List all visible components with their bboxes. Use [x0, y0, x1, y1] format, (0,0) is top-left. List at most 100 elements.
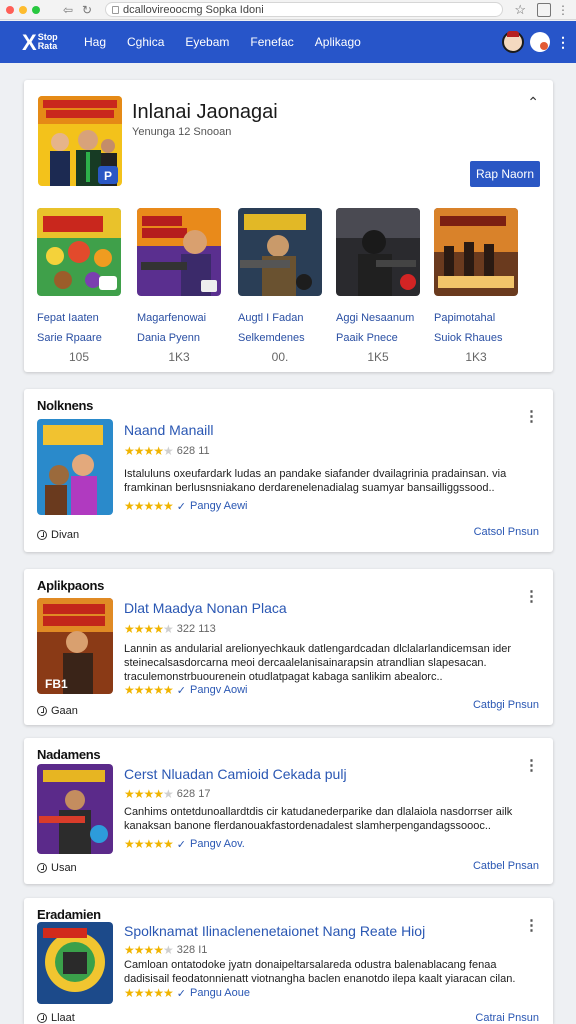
footer-left-text: Divan [51, 529, 80, 541]
section-4-more-icon[interactable]: ⋮ [524, 916, 539, 934]
meta-text[interactable]: Pangy Aewi [190, 500, 247, 512]
rating-count: 328 I1 [176, 944, 208, 956]
nav-item-fenefac[interactable]: Fenefac [250, 35, 293, 49]
rating-count: 628 11 [176, 445, 210, 457]
featured-card: P Inlanai Jaonagai Yenunga 12 Snooan ⌃ R… [24, 80, 553, 372]
verified-icon: ✓ [176, 838, 187, 851]
verified-icon: ✓ [176, 987, 187, 1000]
app-header: X Stop Rata Hag Cghica Eyebam Fenefac Ap… [0, 21, 576, 63]
section-card-3: Nadamens ⋮ Cerst Nluadan Camioid Cekada … [24, 738, 553, 884]
section-2-more-icon[interactable]: ⋮ [524, 587, 539, 605]
back-arrow-icon[interactable]: ⇦ [61, 3, 75, 17]
footer-left-text: Gaan [51, 705, 78, 717]
collapse-chevron-icon[interactable]: ⌃ [527, 94, 539, 111]
verified-icon: ✓ [176, 500, 187, 513]
tile-4-name: Aggi Nesaanum [336, 312, 415, 324]
address-text: dcallovireoocmg Sopka Idoni [123, 3, 264, 16]
section-3-app-icon[interactable] [37, 764, 113, 854]
section-4-footer-left: Llaat [37, 1012, 75, 1024]
meta-text[interactable]: Pangu Aoue [190, 987, 250, 999]
maximize-window-dot[interactable] [32, 5, 40, 14]
section-1-more-icon[interactable]: ⋮ [524, 407, 539, 425]
meta-stars: ★★★★★ [124, 683, 174, 697]
section-2-app-icon[interactable]: FB1 [37, 598, 113, 694]
section-2-title: Aplikpaons [37, 578, 105, 593]
rating-stars: ★★★★★ [124, 943, 174, 957]
section-2-footer-left: Gaan [37, 705, 78, 717]
section-3-rating: ★★★★★ 628 17 [124, 787, 210, 801]
tile-2-count: 1K3 [168, 350, 190, 364]
reload-icon[interactable]: ↻ [80, 3, 94, 17]
section-1-footer-link[interactable]: Catsol Pnsun [474, 526, 539, 538]
section-3-meta: ★★★★★ ✓ Pangv Aov. [124, 837, 245, 851]
tile-1-sub: Sarie Rpaare [37, 332, 102, 344]
section-4-footer-link[interactable]: Catrai Pnsun [475, 1012, 539, 1024]
clock-icon [37, 863, 47, 873]
section-1-description: Istaluluns oxeufardark ludas an pandake … [124, 468, 507, 494]
section-card-1: Nolknens ⋮ Naand Manaill ★★★★★ 628 11 Is… [24, 389, 553, 552]
meta-stars: ★★★★★ [124, 499, 174, 513]
meta-text[interactable]: Pangv Aowi [190, 684, 247, 696]
section-2-footer-link[interactable]: Catbgi Pnsun [473, 699, 539, 711]
bookmark-star-icon[interactable]: ☆ [514, 2, 526, 18]
tile-1[interactable]: Fepat Iaaten Sarie Rpaare 105 [37, 208, 123, 364]
tile-4-icon [336, 208, 420, 296]
featured-action-button[interactable]: Rap Naorn [470, 161, 540, 187]
section-card-2: Aplikpaons ⋮ FB1 Dlat Maadya Nonan Placa… [24, 569, 553, 725]
section-4-app-icon[interactable] [37, 922, 113, 1004]
clock-icon [37, 706, 47, 716]
tile-4-sub: Paaik Pnece [336, 332, 398, 344]
nav-item-cghica[interactable]: Cghica [127, 35, 164, 49]
extensions-icon[interactable] [537, 2, 551, 17]
footer-left-text: Llaat [51, 1012, 75, 1024]
footer-left-text: Usan [51, 862, 77, 874]
section-1-item-title[interactable]: Naand Manaill [124, 422, 214, 438]
tile-2-sub: Dania Pyenn [137, 332, 200, 344]
section-4-description: Camloan ontatodoke jyatn donaipeltarsala… [124, 959, 516, 985]
nav-item-eyebam[interactable]: Eyebam [185, 35, 229, 49]
section-4-item-title[interactable]: Spolknamat Ilinaclenenetaionet Nang Reat… [124, 923, 425, 939]
verified-icon: ✓ [176, 684, 187, 697]
profile-avatar[interactable] [530, 32, 550, 52]
clock-icon [37, 1013, 47, 1023]
logo-mark-icon: X [22, 29, 37, 55]
section-3-item-title[interactable]: Cerst Nluadan Camioid Cekada pulj [124, 766, 347, 782]
tile-4-count: 1K5 [367, 350, 389, 364]
tile-3-name: Augtl I Fadan [238, 312, 304, 324]
rating-stars: ★★★★★ [124, 444, 174, 458]
nav-item-hag[interactable]: Hag [84, 35, 106, 49]
browser-menu-icon[interactable]: ⋮ [556, 3, 570, 17]
featured-title: Inlanai Jaonagai [132, 101, 278, 123]
tile-1-icon [37, 208, 121, 296]
meta-stars: ★★★★★ [124, 986, 174, 1000]
rating-count: 628 17 [176, 788, 211, 800]
meta-stars: ★★★★★ [124, 837, 174, 851]
svg-text:FB1: FB1 [45, 677, 68, 691]
logo-text: Stop Rata [37, 32, 58, 51]
nav-item-aplikago[interactable]: Aplikago [315, 35, 361, 49]
tile-5[interactable]: Papimotahal Suiok Rhaues 1K3 [434, 208, 520, 364]
tile-1-name: Fepat Iaaten [37, 312, 99, 324]
tile-3[interactable]: Augtl I Fadan Selkemdenes 00. [238, 208, 324, 364]
minimize-window-dot[interactable] [19, 5, 27, 14]
user-avatar[interactable] [502, 31, 524, 53]
tile-2[interactable]: Magarfenowai Dania Pyenn 1K3 [137, 208, 223, 364]
tile-5-name: Papimotahal [434, 312, 496, 324]
rating-stars: ★★★★★ [124, 787, 174, 801]
browser-toolbar: ⇦ ↻ dcallovireoocmg Sopka Idoni ☆ ⋮ [0, 0, 576, 20]
address-bar[interactable]: dcallovireoocmg Sopka Idoni [105, 2, 504, 17]
tile-4[interactable]: Aggi Nesaanum Paaik Pnece 1K5 [336, 208, 422, 364]
section-1-app-icon[interactable] [37, 419, 113, 515]
section-2-item-title[interactable]: Dlat Maadya Nonan Placa [124, 600, 287, 616]
section-3-footer-left: Usan [37, 862, 77, 874]
tile-5-icon [434, 208, 518, 296]
app-logo[interactable]: X Stop Rata [22, 28, 68, 56]
section-card-4: Eradamien ⋮ Spolknamat Ilinaclenenetaion… [24, 898, 553, 1024]
rating-count: 322 113 [176, 623, 216, 635]
more-options-icon[interactable]: ⋮ [556, 35, 570, 49]
section-3-more-icon[interactable]: ⋮ [524, 756, 539, 774]
close-window-dot[interactable] [6, 5, 14, 14]
meta-text[interactable]: Pangv Aov. [190, 838, 245, 850]
section-3-footer-link[interactable]: Catbel Pnsan [473, 860, 539, 872]
featured-app-icon[interactable]: P [38, 96, 122, 186]
